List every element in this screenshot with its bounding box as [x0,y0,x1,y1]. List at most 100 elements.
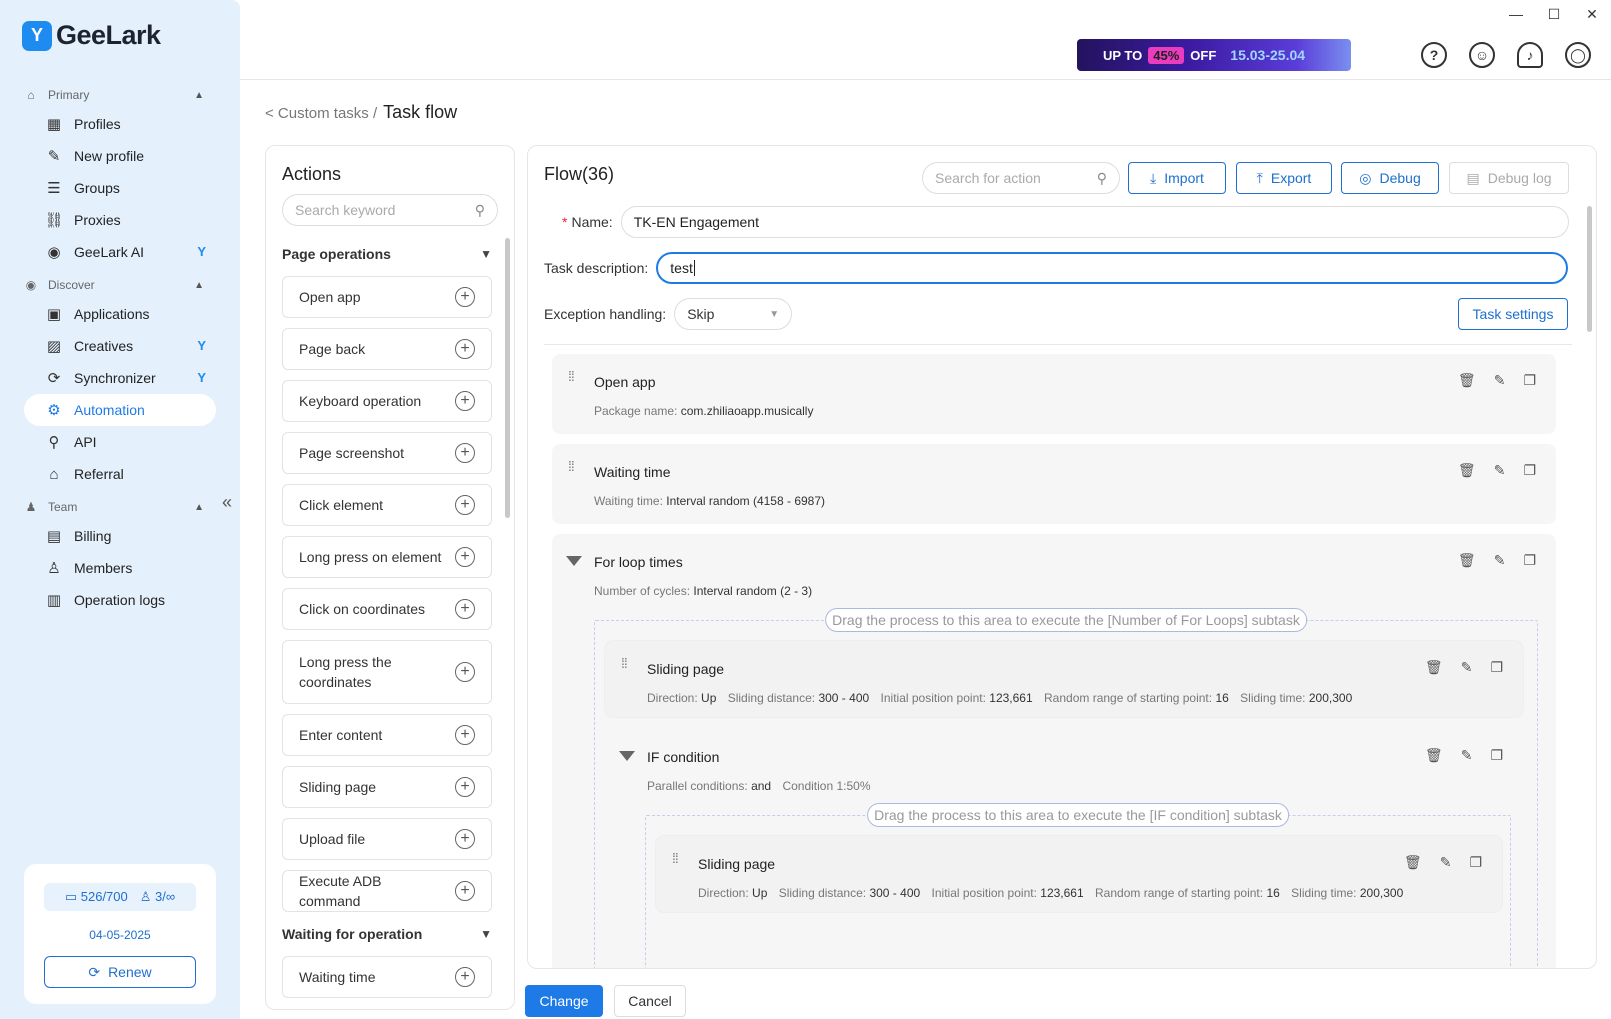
sidebar-item-new-profile[interactable]: ✎ New profile [24,140,216,172]
sidebar-item-applications[interactable]: ▣ Applications [24,298,216,330]
copy-icon[interactable]: ❐ [1523,462,1536,479]
add-icon[interactable]: + [455,725,475,745]
trash-icon[interactable]: 🗑 [1425,747,1443,764]
copy-icon[interactable]: ❐ [1490,747,1503,764]
drag-handle-icon[interactable]: ⁞⁞ [568,459,575,473]
sidebar-item-creatives[interactable]: ▨ Creatives Y [24,330,216,362]
copy-icon[interactable]: ❐ [1523,372,1536,389]
sidebar-item-api[interactable]: ⚲ API [24,426,216,458]
step-waiting-time[interactable]: ⁞⁞ Waiting time Waiting time: Interval r… [552,444,1556,524]
collapse-sidebar-icon[interactable]: « [222,492,232,513]
collapse-triangle-icon[interactable] [619,751,635,761]
add-icon[interactable]: + [455,443,475,463]
change-button[interactable]: Change [525,985,603,1017]
trash-icon[interactable]: 🗑 [1458,372,1476,389]
sidebar-item-automation[interactable]: ⚙ Automation [24,394,216,426]
add-icon[interactable]: + [455,777,475,797]
name-input[interactable]: TK-EN Engagement [620,206,1569,238]
sidebar-item-members[interactable]: ♙ Members [24,552,216,584]
edit-icon[interactable]: ✎ [1494,372,1506,389]
add-icon[interactable]: + [455,391,475,411]
copy-icon[interactable]: ❐ [1469,854,1482,871]
trash-icon[interactable]: 🗑 [1458,552,1476,569]
if-condition-dropzone[interactable]: Drag the process to this area to execute… [645,803,1511,968]
group-page-operations[interactable]: Page operations ▼ [282,242,492,266]
cancel-button[interactable]: Cancel [614,985,686,1017]
action-item[interactable]: Upload file + [282,818,492,860]
drag-handle-icon[interactable]: ⁞⁞ [568,369,575,383]
export-button[interactable]: ⤒ Export [1236,162,1332,194]
section-primary[interactable]: ⌂ Primary ▲ [0,82,240,108]
action-item[interactable]: Waiting time + [282,956,492,998]
step-sliding-page[interactable]: ⁞⁞ Sliding page Direction: Up Sliding di… [656,836,1502,912]
trash-icon[interactable]: 🗑 [1404,854,1422,871]
step-for-loop[interactable]: For loop times Number of cycles: Interva… [552,534,1556,968]
copy-icon[interactable]: ❐ [1490,659,1503,676]
sidebar-item-billing[interactable]: ▤ Billing [24,520,216,552]
action-item[interactable]: Page screenshot + [282,432,492,474]
edit-icon[interactable]: ✎ [1440,854,1452,871]
add-icon[interactable]: + [455,495,475,515]
action-search-input[interactable]: Search keyword ⚲ [282,194,498,226]
drag-handle-icon[interactable]: ⁞⁞ [621,656,628,670]
action-item[interactable]: Enter content + [282,714,492,756]
add-icon[interactable]: + [455,599,475,619]
add-icon[interactable]: + [455,339,475,359]
user-avatar-icon[interactable]: ◯ [1565,42,1591,68]
debug-button[interactable]: ◎ Debug [1341,162,1439,194]
sidebar-item-profiles[interactable]: ▦ Profiles [24,108,216,140]
action-item[interactable]: Execute ADB command + [282,870,492,912]
sidebar-item-referral[interactable]: ⌂ Referral [24,458,216,490]
for-loop-dropzone[interactable]: Drag the process to this area to execute… [594,608,1538,968]
action-item[interactable]: Click on coordinates + [282,588,492,630]
flow-scrollbar[interactable] [1587,206,1592,332]
action-item[interactable]: Long press on element + [282,536,492,578]
action-item[interactable]: Keyboard operation + [282,380,492,422]
detail-value: com.zhiliaoapp.musically [680,404,814,418]
description-input[interactable]: test [656,252,1569,284]
edit-icon[interactable]: ✎ [1494,552,1506,569]
actions-scrollbar[interactable] [505,238,510,518]
action-item[interactable]: Click element + [282,484,492,526]
edit-icon[interactable]: ✎ [1494,462,1506,479]
section-discover[interactable]: ◉ Discover ▲ [0,272,240,298]
add-icon[interactable]: + [455,967,475,987]
sidebar-item-synchronizer[interactable]: ⟳ Synchronizer Y [24,362,216,394]
section-team[interactable]: ♟ Team ▲ [0,494,240,520]
task-settings-button[interactable]: Task settings [1458,298,1568,330]
step-if-condition[interactable]: IF condition Parallel conditions: and Co… [605,729,1523,968]
breadcrumb-back-link[interactable]: < Custom tasks / [265,105,377,122]
add-icon[interactable]: + [455,881,475,901]
flow-search-input[interactable]: Search for action ⚲ [922,162,1120,194]
sidebar-item-proxies[interactable]: ⛓ Proxies [24,204,216,236]
action-item[interactable]: Open app + [282,276,492,318]
drag-handle-icon[interactable]: ⁞⁞ [672,851,679,865]
add-icon[interactable]: + [455,829,475,849]
add-icon[interactable]: + [455,662,475,682]
step-open-app[interactable]: ⁞⁞ Open app Package name: com.zhiliaoapp… [552,354,1556,434]
sidebar-item-groups[interactable]: ☰ Groups [24,172,216,204]
add-icon[interactable]: + [455,547,475,567]
support-icon[interactable]: ☺ [1469,42,1495,68]
import-button[interactable]: ⤓ Import [1128,162,1226,194]
edit-icon[interactable]: ✎ [1461,659,1473,676]
renew-button[interactable]: ⟳ Renew [44,956,196,988]
trash-icon[interactable]: 🗑 [1425,659,1443,676]
trash-icon[interactable]: 🗑 [1458,462,1476,479]
edit-icon[interactable]: ✎ [1461,747,1473,764]
action-item[interactable]: Page back + [282,328,492,370]
exception-select[interactable]: Skip ▼ [674,298,793,330]
promo-banner[interactable]: UP TO 45% OFF 15.03-25.04 [1077,39,1351,71]
sidebar-item-operation-logs[interactable]: ▥ Operation logs [24,584,216,616]
add-icon[interactable]: + [455,287,475,307]
debug-log-button[interactable]: ▤ Debug log [1449,162,1569,194]
action-item[interactable]: Long press the coordinates + [282,640,492,704]
copy-icon[interactable]: ❐ [1523,552,1536,569]
action-item[interactable]: Sliding page + [282,766,492,808]
sidebar-item-geelark-ai[interactable]: ◉ GeeLark AI Y [24,236,216,268]
bell-icon[interactable]: ♪ [1517,42,1543,68]
help-icon[interactable]: ? [1421,42,1447,68]
group-waiting-for-operation[interactable]: Waiting for operation ▼ [282,922,492,946]
collapse-triangle-icon[interactable] [566,556,582,566]
step-sliding-page[interactable]: ⁞⁞ Sliding page Direction: Up Sliding di… [605,641,1523,717]
